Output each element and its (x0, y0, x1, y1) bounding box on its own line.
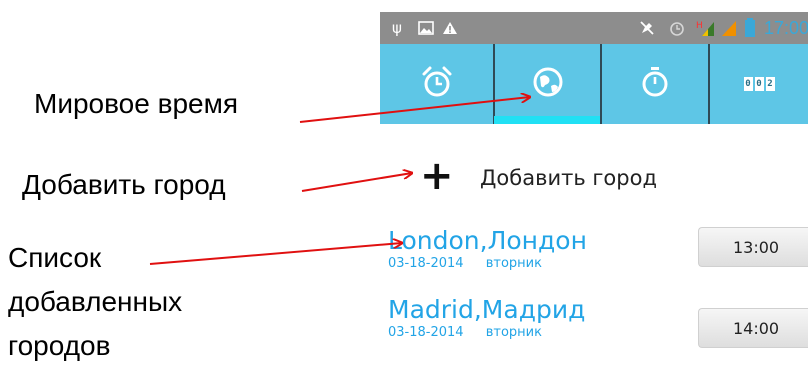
arrow-city-list (149, 243, 402, 265)
arrow-world-time (299, 97, 530, 123)
annotation-arrows (149, 0, 808, 265)
arrow-add-city (301, 173, 412, 192)
